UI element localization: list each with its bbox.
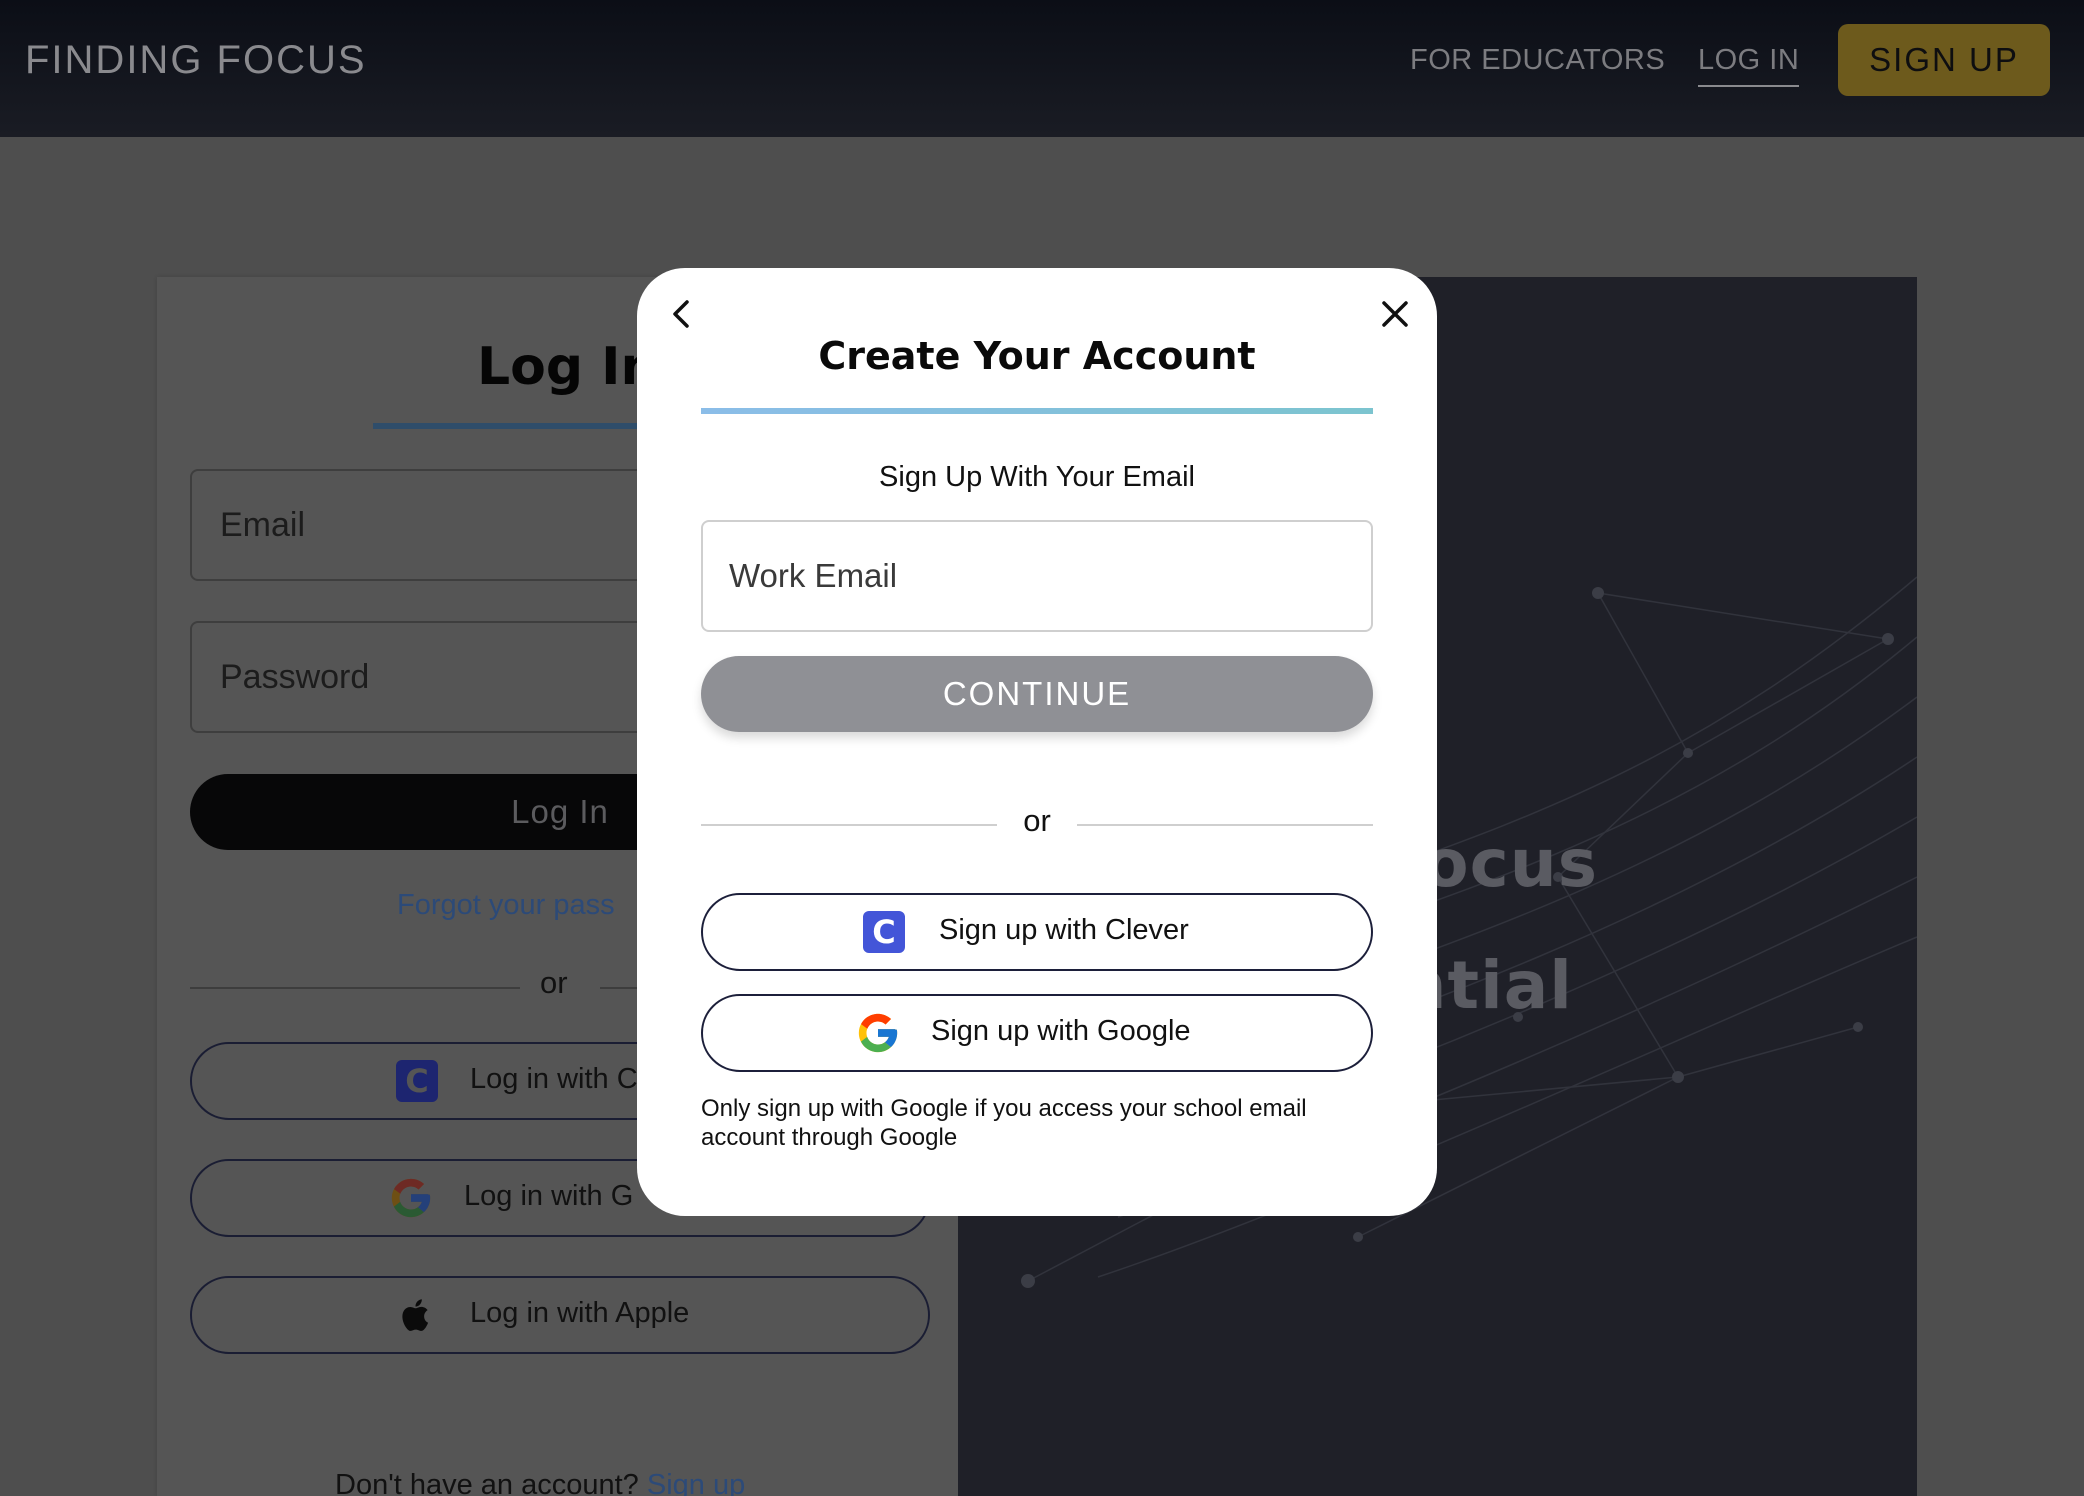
nav-for-educators-link[interactable]: FOR EDUCATORS (1410, 44, 1665, 77)
sign-up-google-button[interactable]: Sign up with Google (701, 994, 1373, 1072)
no-account-row: Don't have an account? Sign up (335, 1469, 745, 1496)
create-account-modal: Create Your Account Sign Up With Your Em… (637, 268, 1437, 1216)
sign-up-clever-button[interactable]: C Sign up with Clever (701, 893, 1373, 971)
nav-sign-up-button[interactable]: SIGN UP (1838, 24, 2050, 96)
no-account-text: Don't have an account? (335, 1469, 639, 1496)
sign-up-google-label: Sign up with Google (931, 1015, 1191, 1047)
login-or-text: or (540, 965, 568, 1000)
login-apple-label: Log in with Apple (470, 1297, 690, 1329)
top-nav: FINDING FOCUS FOR EDUCATORS LOG IN SIGN … (0, 0, 2084, 137)
login-clever-label: Log in with C (470, 1063, 638, 1095)
modal-divider-line-right (1077, 824, 1373, 826)
nav-log-in-link[interactable]: LOG IN (1698, 44, 1800, 87)
clever-icon: C (396, 1060, 438, 1102)
google-icon (858, 1013, 898, 1053)
modal-title-rule (701, 408, 1373, 414)
continue-button[interactable]: CONTINUE (701, 656, 1373, 732)
clever-icon: C (863, 911, 905, 953)
login-apple-button[interactable]: Log in with Apple (190, 1276, 930, 1354)
login-title: Log In (477, 337, 658, 397)
modal-or-divider: or (701, 803, 1373, 847)
close-icon[interactable] (1373, 292, 1417, 336)
google-sign-up-note: Only sign up with Google if you access y… (701, 1095, 1307, 1151)
divider-line-left (190, 987, 520, 989)
work-email-input[interactable] (701, 520, 1373, 632)
chevron-left-icon[interactable] (661, 292, 705, 336)
brand-logo[interactable]: FINDING FOCUS (25, 38, 367, 83)
forgot-password-link[interactable]: Forgot your pass (397, 889, 615, 922)
sign-up-clever-label: Sign up with Clever (939, 914, 1189, 946)
modal-or-text: or (1023, 803, 1051, 838)
apple-icon (402, 1299, 429, 1331)
sign-up-link[interactable]: Sign up (647, 1469, 745, 1496)
modal-title: Create Your Account (818, 334, 1256, 378)
modal-subtitle: Sign Up With Your Email (879, 461, 1195, 493)
login-google-label: Log in with G (464, 1180, 634, 1212)
google-icon (391, 1178, 431, 1218)
